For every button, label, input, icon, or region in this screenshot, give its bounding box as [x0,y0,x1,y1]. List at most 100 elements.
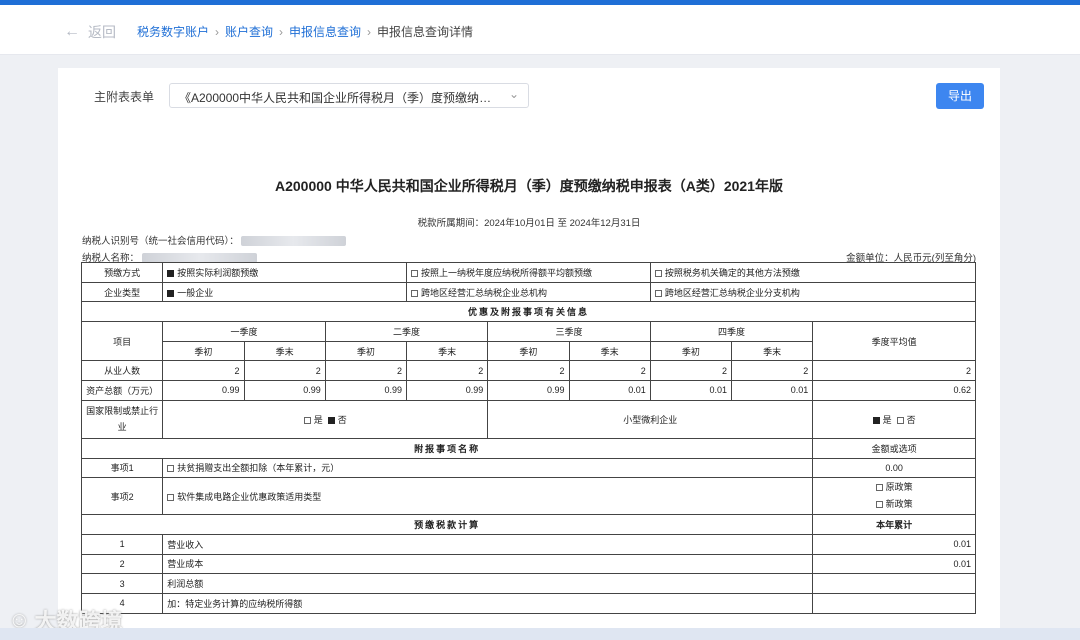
checkbox-checked-icon [872,416,880,424]
back-button[interactable]: ← 返回 [64,22,116,42]
calc-row-value [812,592,976,614]
assets-q2-end: 0.99 [406,380,489,401]
table-row: 事项1 扶贫捐赠支出全额扣除（本年累计，元） 0.00 [80,457,976,479]
col-average-header: 季度平均值 [812,321,976,362]
item2-options: 原政策 新政策 [812,477,976,516]
calc-row-value [812,573,976,594]
checkbox-checked-icon [327,416,335,424]
checkbox-icon [303,416,311,424]
quarter-1-header: 一季度 [162,321,326,342]
employees-q4-end: 2 [731,360,814,382]
item1-text: 扶贫捐赠支出全额扣除（本年累计，元） [162,457,814,479]
small-micro-label: 小型微利企业 [487,399,814,439]
form-select-label: 主附表表单 [94,90,155,104]
prepay-option-average: 按照上一纳税年度应纳税所得额平均额预缴 [406,262,651,283]
table-row: 事项2 软件集成电路企业优惠政策适用类型 原政策 新政策 [80,477,976,516]
breadcrumb-current: 申报信息查询详情 [377,25,474,39]
declaration-form-table: 预缴方式 按照实际利润额预缴 按照上一纳税年度应纳税所得额平均额预缴 按照税务机… [80,262,977,614]
sub-col-end: 季末 [731,340,814,362]
calc-row-no: 1 [80,533,164,555]
taxpayer-id-line: 纳税人识别号（统一社会信用代码）： [82,233,347,247]
checkbox-icon [654,269,662,277]
prepay-option-actual: 按照实际利润额预缴 [162,262,408,283]
chevron-right-icon: › [367,24,372,39]
employees-q3-start: 2 [487,360,570,382]
col-ytd: 本年累计 [812,514,976,535]
arrow-left-icon: ← [64,23,80,40]
quarter-4-header: 四季度 [649,321,814,342]
section-attach: 附报事项名称 [80,437,814,459]
enterprise-type-label: 企业类型 [80,281,164,303]
breadcrumb-declaration-query[interactable]: 申报信息查询 [289,23,361,40]
table-row: 3 利润总额 [80,573,976,594]
calc-row-no: 2 [80,553,164,575]
checkbox-icon [654,289,662,297]
calc-row-label: 营业成本 [162,553,814,575]
col-item-header: 项目 [80,321,164,362]
employees-q2-end: 2 [406,360,489,382]
document-title: A200000 中华人民共和国企业所得税月（季）度预缴纳税申报表（A类）2021… [275,178,783,194]
prepay-option-other: 按照税务机关确定的其他方法预缴 [649,262,977,283]
item1-label: 事项1 [80,457,164,479]
table-row: 4 加：特定业务计算的应纳税所得额 [80,592,976,614]
calc-row-value: 0.01 [812,533,976,555]
checkbox-checked-icon [167,289,175,297]
chevron-down-icon: ⌄ [508,87,519,101]
checkbox-icon [411,269,419,277]
os-taskbar [0,628,1080,640]
assets-q4-end: 0.01 [731,380,814,401]
assets-q1-end: 0.99 [243,380,326,401]
table-row: 企业类型 一般企业 跨地区经营汇总纳税企业总机构 跨地区经营汇总纳税企业分支机构 [80,281,977,303]
form-select-value: 《A200000中华人民共和国企业所得税月（季）度预缴纳税申报... [179,91,526,105]
quarter-3-header: 三季度 [487,321,651,342]
item1-value: 0.00 [812,457,976,479]
assets-q2-start: 0.99 [324,380,408,401]
form-select[interactable]: 《A200000中华人民共和国企业所得税月（季）度预缴纳税申报... ⌄ [169,83,529,108]
type-option-general: 一般企业 [162,281,408,303]
assets-q3-end: 0.01 [568,380,651,401]
small-micro-value: 是 否 [812,399,976,439]
back-label: 返回 [88,24,116,40]
breadcrumb-tax-account[interactable]: 税务数字账户 [137,23,209,40]
redacted-taxpayer-id [241,236,347,247]
section-preferential: 优惠及附报事项有关信息 [81,301,976,323]
checkbox-icon [167,493,175,501]
item2-text: 软件集成电路企业优惠政策适用类型 [162,477,814,516]
table-row: 从业人数 2 2 2 2 2 2 2 2 2 [80,360,976,382]
page-header: ← 返回 税务数字账户 › 账户查询 › 申报信息查询 › 申报信息查询详情 [0,5,1080,55]
sub-col-end: 季末 [243,340,326,362]
table-row: 项目 一季度 二季度 三季度 四季度 季度平均值 [80,321,976,362]
sub-col-end: 季末 [568,340,651,362]
table-row: 2 营业成本 0.01 [80,553,976,575]
assets-label: 资产总额（万元） [80,380,164,401]
content-panel: 主附表表单 《A200000中华人民共和国企业所得税月（季）度预缴纳税申报...… [58,68,1000,640]
checkbox-checked-icon [167,269,175,277]
col-amount-option: 金额或选项 [812,437,976,459]
item2-label: 事项2 [80,477,164,516]
employees-q1-end: 2 [243,360,326,382]
checkbox-icon [167,465,175,473]
sub-col-start: 季初 [324,340,408,362]
assets-q4-start: 0.01 [649,380,733,401]
tax-period: 税款所属期间：2024年10月01日 至 2024年12月31日 [417,218,641,229]
restricted-industry-value: 是 否 [162,399,489,439]
breadcrumb-account-query[interactable]: 账户查询 [225,23,273,40]
assets-q1-start: 0.99 [162,380,245,401]
checkbox-icon [875,484,883,492]
restricted-industry-label: 国家限制或禁止行业 [80,399,164,439]
table-row: 1 营业收入 0.01 [80,533,976,555]
chevron-right-icon: › [279,24,284,39]
calc-row-label: 利润总额 [162,573,814,594]
checkbox-icon [896,416,904,424]
sub-col-start: 季初 [649,340,733,362]
assets-average: 0.62 [812,380,976,401]
employees-q3-end: 2 [568,360,651,382]
employees-average: 2 [812,360,976,382]
export-button[interactable]: 导出 [936,83,984,109]
table-row: 预缴方式 按照实际利润额预缴 按照上一纳税年度应纳税所得额平均额预缴 按照税务机… [80,262,977,283]
employees-q1-start: 2 [162,360,245,382]
employees-q2-start: 2 [324,360,408,382]
taxpayer-id-label: 纳税人识别号（统一社会信用代码）： [82,236,239,247]
employees-q4-start: 2 [649,360,733,382]
quarter-2-header: 二季度 [324,321,489,342]
